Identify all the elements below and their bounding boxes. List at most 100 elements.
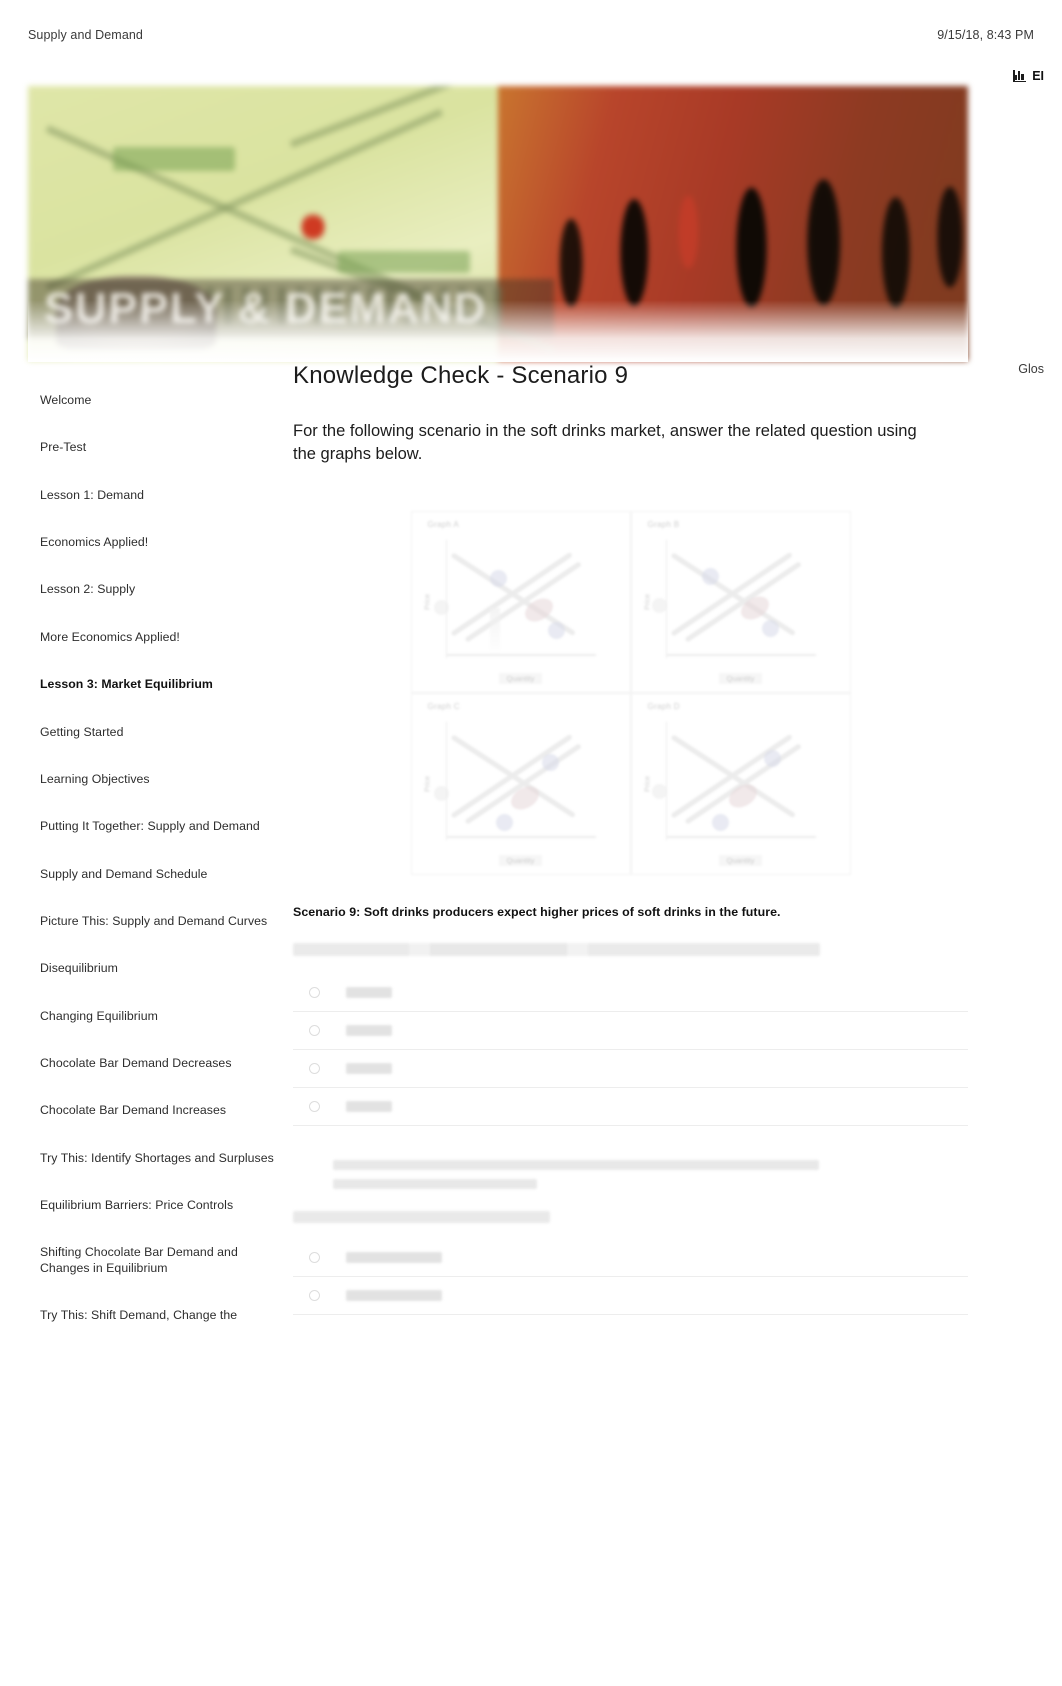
sidebar-item-pre-test[interactable]: Pre-Test — [40, 437, 276, 458]
graph-d-marker-equilibrium — [724, 779, 761, 813]
graph-d-ylabel: Price — [643, 775, 651, 792]
graph-cell-c[interactable]: Graph C Price Quantity — [410, 692, 631, 875]
graph-d-marker-3 — [651, 783, 667, 799]
graph-cell-b[interactable]: Graph B Price Quantity — [630, 510, 851, 693]
main-content: Knowledge Check - Scenario 9 For the fol… — [293, 362, 968, 1315]
graph-b-marker-1 — [701, 567, 719, 585]
sidebar-item-lesson-1-demand[interactable]: Lesson 1: Demand — [40, 485, 276, 506]
graph-d-x-axis — [665, 836, 816, 838]
graph-c-marker-3 — [433, 785, 449, 801]
radio-icon[interactable] — [309, 1062, 320, 1074]
option-label — [346, 1024, 392, 1036]
radio-icon[interactable] — [309, 1100, 320, 1112]
radio-icon[interactable] — [309, 1251, 320, 1263]
radio-icon[interactable] — [309, 1289, 320, 1301]
question-1-option-3[interactable] — [293, 1050, 968, 1088]
question-2-option-1[interactable] — [293, 1239, 968, 1277]
banner-crowd-silhouettes — [516, 102, 968, 361]
graph-c-marker-2 — [495, 813, 513, 831]
graph-c-y-axis — [445, 721, 448, 840]
graph-b-marker-3 — [651, 597, 667, 613]
sidebar-item-chocolate-bar-demand-increases[interactable]: Chocolate Bar Demand Increases — [40, 1100, 276, 1121]
scenario-instructions: For the following scenario in the soft d… — [293, 422, 917, 464]
graph-c-marker-equilibrium — [506, 781, 543, 815]
course-banner-image: SUPPLY & DEMAND — [28, 86, 968, 361]
bar-chart-icon — [1013, 70, 1027, 83]
sidebar-item-supply-and-demand-schedule[interactable]: Supply and Demand Schedule — [40, 864, 276, 885]
question-1-option-2[interactable] — [293, 1012, 968, 1050]
option-label — [346, 1062, 392, 1074]
question-1-prompt — [293, 942, 820, 956]
option-label — [346, 1100, 392, 1112]
glossary-link[interactable]: Glos — [1018, 362, 1044, 376]
course-sidebar-navigation: Welcome Pre-Test Lesson 1: Demand Econom… — [40, 390, 276, 1353]
graph-a-y-axis — [445, 539, 448, 658]
question-2-option-2[interactable] — [293, 1277, 968, 1315]
quiz-spacer — [293, 1126, 968, 1160]
graph-cell-d[interactable]: Graph D Price Quantity — [630, 692, 851, 875]
graph-cell-a[interactable]: Graph A Price Quantity — [410, 510, 631, 693]
graph-d-title: Graph D — [647, 701, 680, 711]
sidebar-item-economics-applied[interactable]: Economics Applied! — [40, 532, 276, 553]
graph-b-y-axis — [665, 539, 668, 658]
sidebar-item-learning-objectives[interactable]: Learning Objectives — [40, 769, 276, 790]
banner-overlay-title: SUPPLY & DEMAND — [28, 278, 555, 339]
banner-equilibrium-dot — [300, 209, 325, 244]
graph-b-xlabel: Quantity — [718, 672, 763, 684]
option-label — [346, 986, 392, 998]
supply-demand-graph-grid: Graph A Price Quantity Graph B Price Qua… — [410, 510, 851, 875]
graph-d-y-axis — [665, 721, 668, 840]
print-header-timestamp: 9/15/18, 8:43 PM — [937, 28, 1034, 42]
sidebar-item-changing-equilibrium[interactable]: Changing Equilibrium — [40, 1006, 276, 1027]
graph-a-marker-3 — [433, 599, 449, 615]
graph-a-marker-2 — [547, 621, 565, 639]
sidebar-item-shifting-chocolate-bar-demand[interactable]: Shifting Chocolate Bar Demand and Change… — [40, 1242, 276, 1279]
graph-a-x-axis — [445, 654, 596, 656]
graph-b-ylabel: Price — [643, 593, 651, 610]
radio-icon[interactable] — [309, 986, 320, 998]
print-header-title: Supply and Demand — [28, 28, 143, 42]
graph-a-marker-1 — [489, 569, 507, 587]
sidebar-item-disequilibrium[interactable]: Disequilibrium — [40, 958, 276, 979]
sidebar-item-getting-started[interactable]: Getting Started — [40, 722, 276, 743]
sidebar-item-try-this-shortages-surpluses[interactable]: Try This: Identify Shortages and Surplus… — [40, 1148, 276, 1169]
question-2-prompt — [293, 1210, 550, 1223]
sidebar-item-picture-this-curves[interactable]: Picture This: Supply and Demand Curves — [40, 911, 276, 932]
graph-b-x-axis — [665, 654, 816, 656]
graph-c-ylabel: Price — [423, 775, 431, 792]
question-1-option-4[interactable] — [293, 1088, 968, 1126]
option-label — [346, 1251, 442, 1263]
option-label — [346, 1289, 442, 1301]
sidebar-item-more-economics-applied[interactable]: More Economics Applied! — [40, 627, 276, 648]
feedback-line-2 — [333, 1178, 538, 1189]
sidebar-item-putting-it-together[interactable]: Putting It Together: Supply and Demand — [40, 816, 276, 837]
page-title: Knowledge Check - Scenario 9 — [293, 362, 629, 389]
sidebar-item-lesson-3-market-equilibrium[interactable]: Lesson 3: Market Equilibrium — [40, 674, 276, 695]
brand-logo: EI — [1013, 69, 1044, 83]
graph-c-title: Graph C — [427, 701, 460, 711]
sidebar-item-lesson-2-supply[interactable]: Lesson 2: Supply — [40, 579, 276, 600]
graph-d-marker-1 — [763, 749, 781, 767]
sidebar-item-equilibrium-barriers[interactable]: Equilibrium Barriers: Price Controls — [40, 1195, 276, 1216]
graph-a-xlabel: Quantity — [498, 672, 543, 684]
radio-icon[interactable] — [309, 1024, 320, 1036]
graph-a-ylabel: Price — [423, 593, 431, 610]
graph-c-marker-1 — [541, 753, 559, 771]
sidebar-item-try-this-shift-demand[interactable]: Try This: Shift Demand, Change the — [40, 1305, 276, 1326]
brand-label: EI — [1032, 69, 1044, 83]
print-header: Supply and Demand 9/15/18, 8:43 PM — [0, 24, 1062, 46]
banner-chip-1 — [112, 146, 235, 172]
banner-chip-2 — [338, 251, 470, 273]
graph-d-marker-2 — [711, 813, 729, 831]
sidebar-item-chocolate-bar-demand-decreases[interactable]: Chocolate Bar Demand Decreases — [40, 1053, 276, 1074]
sidebar-item-welcome[interactable]: Welcome — [40, 390, 276, 411]
feedback-line-1 — [333, 1159, 819, 1170]
question-1-feedback — [333, 1159, 819, 1189]
knowledge-check-quiz — [293, 942, 968, 1315]
graph-d-xlabel: Quantity — [718, 854, 763, 866]
graph-b-title: Graph B — [647, 519, 680, 529]
scenario-statement: Scenario 9: Soft drinks producers expect… — [293, 904, 781, 919]
graph-c-xlabel: Quantity — [498, 854, 543, 866]
question-1-option-1[interactable] — [293, 974, 968, 1012]
graph-a-title: Graph A — [427, 519, 459, 529]
